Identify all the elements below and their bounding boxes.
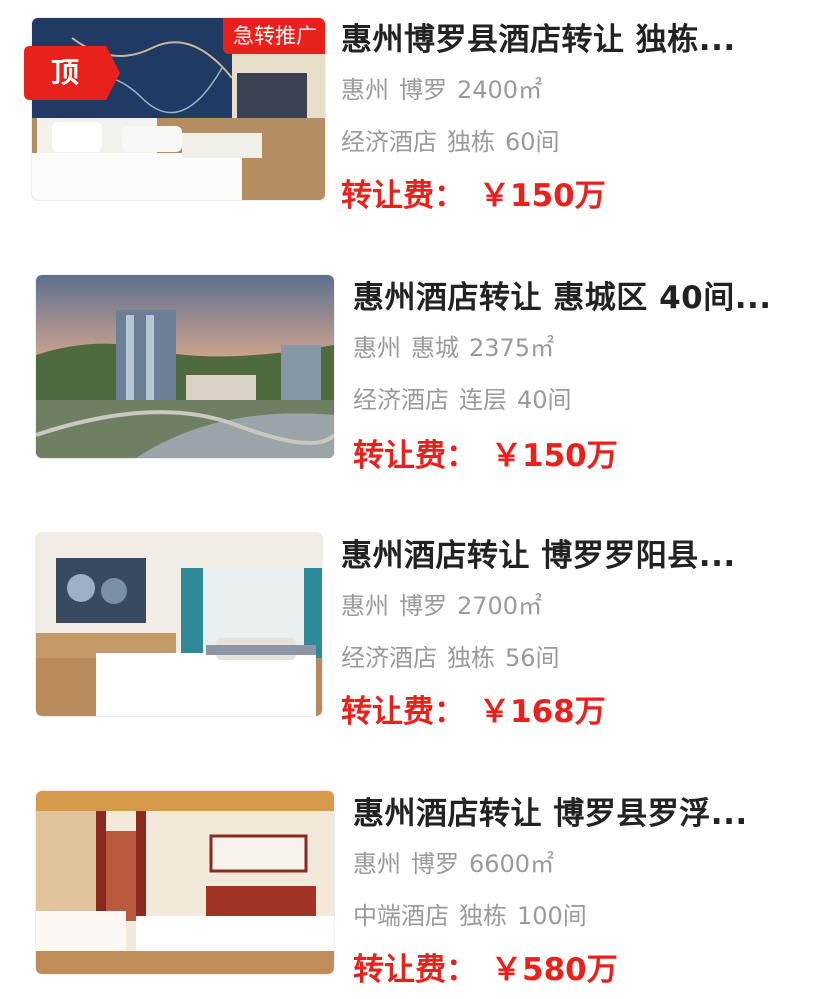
listing-photo[interactable] xyxy=(36,791,334,974)
listing-building-type: 连层 xyxy=(459,386,507,414)
urgent-promo-badge: 急转推广 xyxy=(223,18,325,54)
price-label: 转让费： xyxy=(341,694,465,730)
listing-city: 惠州 xyxy=(341,76,389,104)
listing-district: 博罗 xyxy=(411,850,459,878)
listing-price: 转让费： ￥150万 xyxy=(341,170,606,215)
price-value: ￥150万 xyxy=(479,178,606,214)
listing-room-count: 60间 xyxy=(505,128,560,156)
listing-area: 2375㎡ xyxy=(469,334,555,362)
listing-area: 2400㎡ xyxy=(457,76,543,104)
listing-price: 转让费： ￥150万 xyxy=(353,430,618,475)
listing-title[interactable]: 惠州酒店转让 惠城区 40间... xyxy=(353,272,813,317)
listing-price: 转让费： ￥580万 xyxy=(353,944,618,989)
listing-area: 2700㎡ xyxy=(457,592,543,620)
listing-city: 惠州 xyxy=(353,334,401,362)
listing-building-type: 独栋 xyxy=(447,128,495,156)
listing-hotel-info: 中端酒店 独栋 100间 xyxy=(353,896,597,931)
listing-building-type: 独栋 xyxy=(459,902,507,930)
listing-hotel-type: 经济酒店 xyxy=(341,128,437,156)
listing-room-count: 56间 xyxy=(505,644,560,672)
listing-photo[interactable] xyxy=(36,533,322,716)
price-label: 转让费： xyxy=(341,178,465,214)
price-label: 转让费： xyxy=(353,952,477,988)
listing-card[interactable]: 急转推广 顶 惠州博罗县酒店转让 独栋... 惠州 博罗 2400㎡ 经济酒店 独栋 6… xyxy=(0,0,828,214)
listing-city: 惠州 xyxy=(353,850,401,878)
pinned-top-badge: 顶 xyxy=(24,46,120,100)
pinned-top-label: 顶 xyxy=(50,56,79,89)
listing-location-area: 惠州 惠城 2375㎡ xyxy=(353,328,564,363)
listing-location-area: 惠州 博罗 6600㎡ xyxy=(353,844,564,879)
listing-hotel-type: 经济酒店 xyxy=(341,644,437,672)
listing-hotel-info: 经济酒店 连层 40间 xyxy=(353,380,582,415)
listing-room-count: 40间 xyxy=(517,386,572,414)
price-value: ￥580万 xyxy=(491,952,618,988)
listing-hotel-info: 经济酒店 独栋 56间 xyxy=(341,638,570,673)
price-value: ￥150万 xyxy=(491,438,618,474)
listing-card[interactable]: 惠州酒店转让 博罗县罗浮... 惠州 博罗 6600㎡ 中端酒店 独栋 100间 转让费… xyxy=(0,774,828,988)
price-value: ￥168万 xyxy=(479,694,606,730)
listing-district: 惠城 xyxy=(411,334,459,362)
listing-photo[interactable] xyxy=(36,275,334,458)
listing-city: 惠州 xyxy=(341,592,389,620)
listing-hotel-type: 中端酒店 xyxy=(353,902,449,930)
listing-area: 6600㎡ xyxy=(469,850,555,878)
listing-location-area: 惠州 博罗 2700㎡ xyxy=(341,586,552,621)
listing-card[interactable]: 惠州酒店转让 博罗罗阳县... 惠州 博罗 2700㎡ 经济酒店 独栋 56间 转让费：… xyxy=(0,516,828,730)
listing-hotel-info: 经济酒店 独栋 60间 xyxy=(341,122,570,157)
listing-hotel-type: 经济酒店 xyxy=(353,386,449,414)
listing-building-type: 独栋 xyxy=(447,644,495,672)
listing-district: 博罗 xyxy=(399,592,447,620)
listing-card[interactable]: 惠州酒店转让 惠城区 40间... 惠州 惠城 2375㎡ 经济酒店 连层 40间 转让… xyxy=(0,258,828,474)
listing-title[interactable]: 惠州博罗县酒店转让 独栋... xyxy=(341,14,811,59)
listing-title[interactable]: 惠州酒店转让 博罗县罗浮... xyxy=(353,788,813,833)
listing-title[interactable]: 惠州酒店转让 博罗罗阳县... xyxy=(341,530,811,575)
listing-room-count: 100间 xyxy=(517,902,587,930)
listing-district: 博罗 xyxy=(399,76,447,104)
listing-location-area: 惠州 博罗 2400㎡ xyxy=(341,70,552,105)
listing-price: 转让费： ￥168万 xyxy=(341,686,606,731)
price-label: 转让费： xyxy=(353,438,477,474)
